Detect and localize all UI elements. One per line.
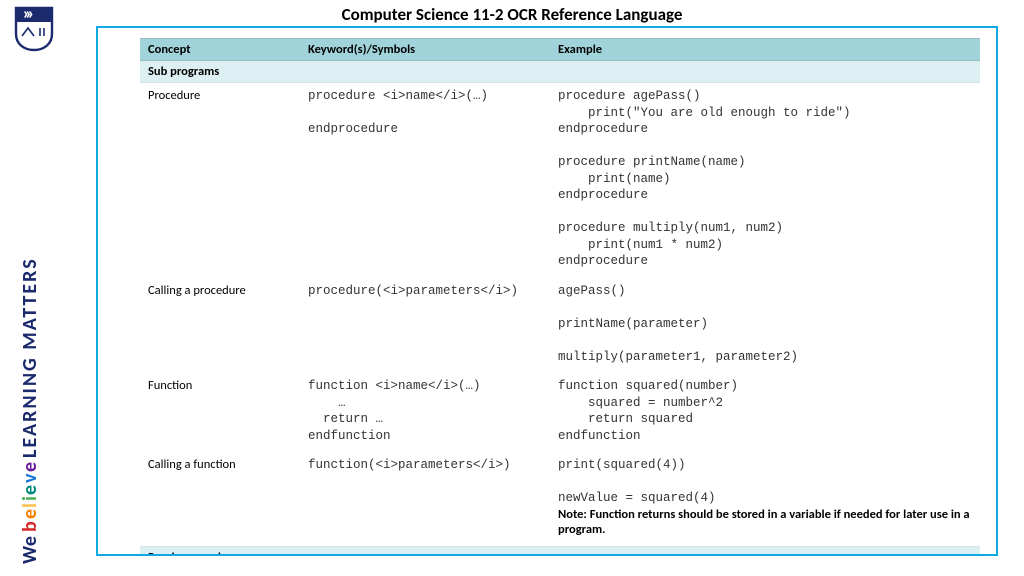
section-title: Sub programs [140,61,980,83]
example-cell: print(squared(4)) newValue = squared(4)N… [550,452,980,546]
table-row: Calling a functionfunction(<i>parameters… [140,452,980,546]
keywords-cell: procedure <i>name</i>(…) endprocedure [300,83,550,278]
table-row: Functionfunction <i>name</i>(…) … return… [140,373,980,452]
sidebar-motto: We b e l i e v e LEARNING MATTERS [10,62,50,564]
section-header: Random numbers [140,546,980,554]
concept-cell: Calling a function [140,452,300,546]
motto-learning-matters: LEARNING MATTERS [18,257,42,458]
page-title: Computer Science 11-2 OCR Reference Lang… [0,4,1024,25]
motto-we: We [18,536,42,564]
example-cell: procedure agePass() print("You are old e… [550,83,980,278]
keywords-cell: procedure(<i>parameters</i>) [300,278,550,374]
col-example: Example [550,39,980,61]
table-header-row: Concept Keyword(s)/Symbols Example [140,39,980,61]
reference-table: Concept Keyword(s)/Symbols Example Sub p… [140,38,980,554]
example-cell: agePass() printName(parameter) multiply(… [550,278,980,374]
col-keywords: Keyword(s)/Symbols [300,39,550,61]
section-title: Random numbers [140,546,980,554]
keywords-cell: function <i>name</i>(…) … return … endfu… [300,373,550,452]
section-header: Sub programs [140,61,980,83]
content-frame: Concept Keyword(s)/Symbols Example Sub p… [96,26,998,556]
concept-cell: Function [140,373,300,452]
keywords-cell: function(<i>parameters</i>) [300,452,550,546]
motto-believe: b e l i e v e [18,462,42,532]
concept-cell: Calling a procedure [140,278,300,374]
example-note: Note: Function returns should be stored … [558,507,972,538]
school-logo [14,6,54,52]
example-cell: function squared(number) squared = numbe… [550,373,980,452]
concept-cell: Procedure [140,83,300,278]
table-row: Procedureprocedure <i>name</i>(…) endpro… [140,83,980,278]
col-concept: Concept [140,39,300,61]
table-row: Calling a procedureprocedure(<i>paramete… [140,278,980,374]
